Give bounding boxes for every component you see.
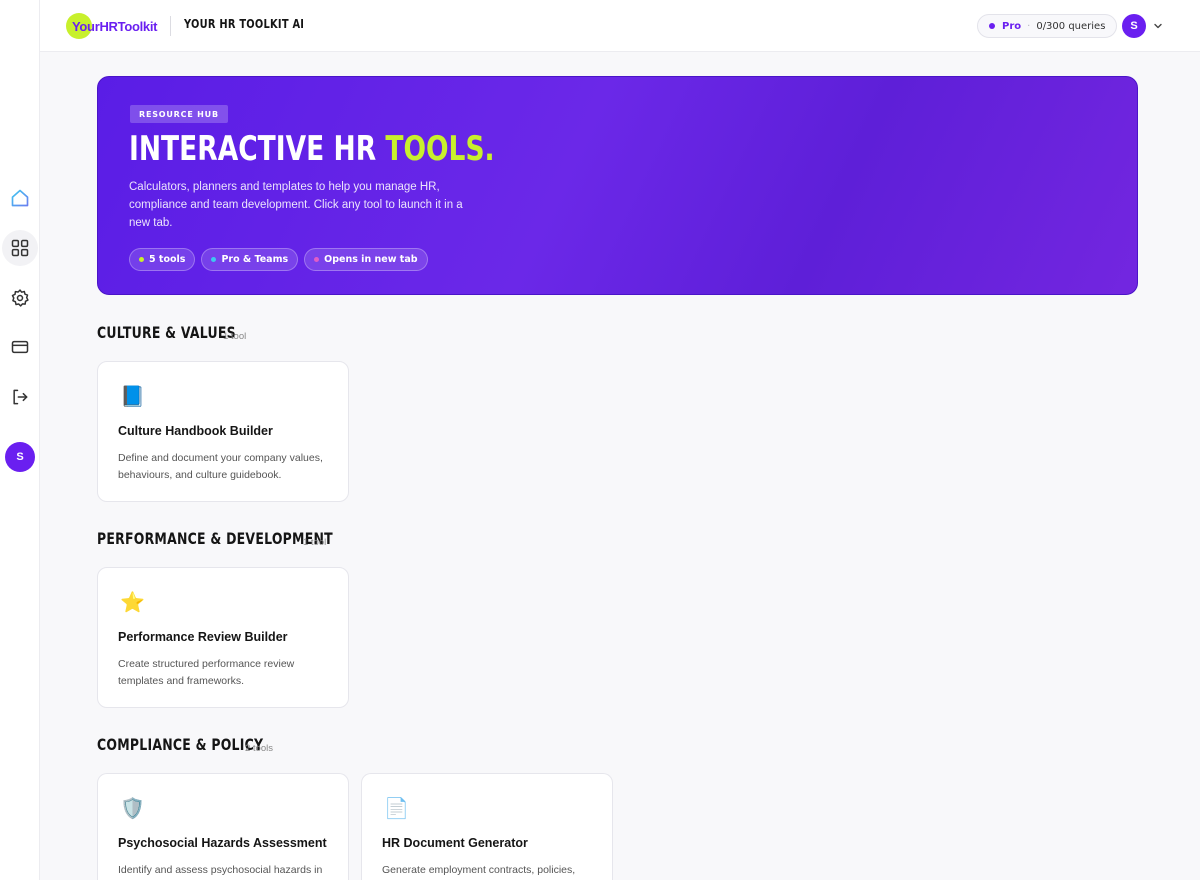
sidebar: S [0, 0, 40, 880]
sidebar-item-logout[interactable] [2, 379, 38, 415]
user-avatar[interactable]: S [1122, 14, 1146, 38]
gear-icon [11, 289, 29, 307]
plan-status-pill[interactable]: Pro · 0/300 queries [977, 14, 1118, 38]
query-usage: 0/300 queries [1036, 20, 1106, 32]
hero-chips: 5 tools Pro & Teams Opens in new tab [129, 248, 428, 271]
tool-card-hr-document-generator[interactable]: 📄 HR Document Generator Generate employm… [361, 773, 613, 880]
section-title-culture: CULTURE & VALUES [97, 323, 236, 342]
chip-plan: Pro & Teams [201, 248, 299, 271]
chip-dot-icon [139, 257, 144, 262]
sidebar-item-billing[interactable] [2, 329, 38, 365]
hero-badge: RESOURCE HUB [130, 105, 228, 123]
app-title: YOUR HR TOOLKIT AI [184, 17, 305, 31]
sidebar-item-settings[interactable] [2, 280, 38, 316]
tool-card-title: Psychosocial Hazards Assessment [118, 836, 327, 850]
section-title-performance: PERFORMANCE & DEVELOPMENT [97, 529, 333, 548]
sidebar-item-tools[interactable] [2, 230, 38, 266]
hero-banner: RESOURCE HUB INTERACTIVE HR TOOLS. Calcu… [97, 76, 1138, 295]
hero-description: Calculators, planners and templates to h… [129, 181, 463, 229]
header-divider [170, 16, 171, 36]
chip-new-tab: Opens in new tab [304, 248, 428, 271]
logo[interactable]: YourHRToolkit [66, 13, 157, 39]
tool-card-performance-review[interactable]: ⭐ Performance Review Builder Create stru… [97, 567, 349, 708]
shield-icon: 🛡️ [120, 796, 145, 820]
credit-card-icon [11, 340, 29, 354]
star-icon: ⭐ [120, 590, 145, 614]
logo-text: YourHRToolkit [72, 18, 158, 34]
home-icon [11, 189, 29, 207]
grid-icon [11, 239, 29, 257]
tool-card-culture-handbook[interactable]: 📘 Culture Handbook Builder Define and do… [97, 361, 349, 502]
tool-card-psychosocial-hazards[interactable]: 🛡️ Psychosocial Hazards Assessment Ident… [97, 773, 349, 880]
chip-dot-icon [211, 257, 217, 262]
tool-card-title: HR Document Generator [382, 836, 528, 850]
tool-card-title: Performance Review Builder [118, 630, 288, 644]
chip-tool-count: 5 tools [129, 248, 196, 271]
section-count: 1 tool [223, 331, 247, 342]
plan-dot-icon [989, 23, 995, 29]
top-header: YourHRToolkit YOUR HR TOOLKIT AI Pro · 0… [40, 0, 1200, 52]
section-count: 2 tools [245, 743, 273, 754]
plan-separator: · [1027, 20, 1031, 32]
document-icon: 📄 [384, 796, 409, 820]
section-title-compliance: COMPLIANCE & POLICY [97, 735, 264, 754]
section-count: 1 tool [303, 537, 327, 548]
sidebar-avatar[interactable]: S [5, 442, 35, 472]
hero-title: INTERACTIVE HR TOOLS. [129, 129, 495, 169]
tool-card-description: Identify and assess psychosocial hazards… [118, 864, 323, 876]
tool-card-description: Generate employment contracts, policies, [382, 864, 576, 876]
book-icon: 📘 [120, 384, 145, 408]
tool-card-title: Culture Handbook Builder [118, 424, 273, 438]
logout-icon [13, 389, 28, 405]
chevron-down-icon[interactable] [1152, 20, 1164, 32]
tool-card-description: Define and document your company values,… [118, 452, 323, 481]
sidebar-item-home[interactable] [2, 180, 38, 216]
plan-name: Pro [1002, 20, 1022, 32]
tool-card-description: Create structured performance review tem… [118, 658, 295, 687]
chip-dot-icon [314, 257, 320, 262]
